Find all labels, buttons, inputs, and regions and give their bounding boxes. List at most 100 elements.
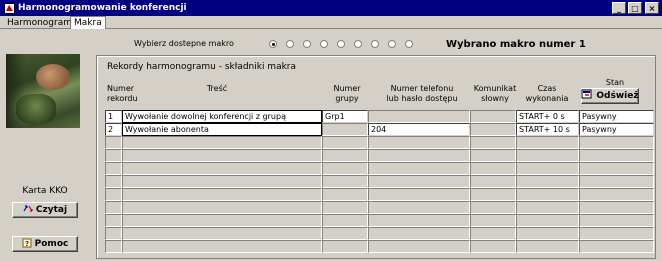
cell-time[interactable] (516, 201, 579, 214)
table-row[interactable] (105, 240, 654, 253)
cell-num[interactable] (105, 201, 122, 214)
cell-num[interactable] (105, 214, 122, 227)
cell-content[interactable]: Wywołanie dowolnej konferencji z grupą (122, 110, 322, 123)
cell-phone[interactable] (368, 162, 470, 175)
cell-num[interactable] (105, 227, 122, 240)
table-row[interactable] (105, 227, 654, 240)
tab-harmonogram[interactable]: Harmonogram (4, 17, 75, 29)
cell-phone[interactable] (368, 149, 470, 162)
cell-state[interactable] (579, 136, 654, 149)
cell-state[interactable] (579, 201, 654, 214)
macro-radio-4[interactable] (320, 40, 328, 48)
cell-state[interactable]: Pasywny (579, 110, 654, 123)
cell-phone[interactable] (368, 201, 470, 214)
macro-radio-1[interactable] (269, 40, 277, 48)
read-button[interactable]: Czytaj (12, 202, 78, 218)
cell-time[interactable] (516, 188, 579, 201)
table-row[interactable] (105, 149, 654, 162)
macro-radio-9[interactable] (405, 40, 413, 48)
cell-group[interactable] (322, 201, 368, 214)
cell-msg[interactable] (470, 162, 516, 175)
cell-content[interactable] (122, 136, 322, 149)
cell-num[interactable] (105, 136, 122, 149)
cell-group[interactable] (322, 227, 368, 240)
cell-content[interactable] (122, 214, 322, 227)
cell-group[interactable] (322, 162, 368, 175)
cell-state[interactable] (579, 175, 654, 188)
cell-state[interactable] (579, 240, 654, 253)
macro-radio-8[interactable] (388, 40, 396, 48)
macro-radio-6[interactable] (354, 40, 362, 48)
cell-group[interactable] (322, 188, 368, 201)
cell-content[interactable] (122, 201, 322, 214)
cell-time[interactable]: START+ 10 s (516, 123, 579, 136)
table-row[interactable] (105, 214, 654, 227)
cell-phone[interactable] (368, 110, 470, 123)
macro-radio-7[interactable] (371, 40, 379, 48)
cell-group[interactable] (322, 136, 368, 149)
cell-state[interactable] (579, 162, 654, 175)
cell-content[interactable] (122, 227, 322, 240)
cell-time[interactable]: START+ 0 s (516, 110, 579, 123)
macro-radio-2[interactable] (286, 40, 294, 48)
macro-radio-3[interactable] (303, 40, 311, 48)
cell-group[interactable] (322, 214, 368, 227)
cell-phone[interactable]: 204 (368, 123, 470, 136)
cell-num[interactable] (105, 162, 122, 175)
help-button[interactable]: ? Pomoc (12, 236, 78, 252)
cell-state[interactable] (579, 214, 654, 227)
cell-phone[interactable] (368, 188, 470, 201)
cell-content[interactable] (122, 240, 322, 253)
cell-num[interactable]: 1 (105, 110, 122, 123)
close-button[interactable]: × (645, 2, 659, 14)
table-row[interactable] (105, 162, 654, 175)
table-row[interactable]: 2 Wywołanie abonenta 204 START+ 10 s Pasywny (105, 123, 654, 136)
tab-makra[interactable]: Makra (70, 16, 106, 29)
cell-state[interactable] (579, 149, 654, 162)
cell-content[interactable] (122, 149, 322, 162)
table-row[interactable] (105, 201, 654, 214)
cell-time[interactable] (516, 214, 579, 227)
cell-phone[interactable] (368, 227, 470, 240)
cell-time[interactable] (516, 227, 579, 240)
cell-num[interactable]: 2 (105, 123, 122, 136)
cell-phone[interactable] (368, 136, 470, 149)
cell-num[interactable] (105, 188, 122, 201)
cell-msg[interactable] (470, 214, 516, 227)
table-row[interactable]: 1 Wywołanie dowolnej konferencji z grupą G… (105, 110, 654, 123)
cell-state[interactable] (579, 227, 654, 240)
cell-num[interactable] (105, 240, 122, 253)
cell-content[interactable] (122, 162, 322, 175)
cell-num[interactable] (105, 175, 122, 188)
cell-group[interactable] (322, 240, 368, 253)
table-row[interactable] (105, 175, 654, 188)
cell-group[interactable] (322, 149, 368, 162)
cell-msg[interactable] (470, 149, 516, 162)
cell-phone[interactable] (368, 240, 470, 253)
cell-msg[interactable] (470, 123, 516, 136)
cell-time[interactable] (516, 162, 579, 175)
cell-time[interactable] (516, 149, 579, 162)
cell-phone[interactable] (368, 175, 470, 188)
cell-num[interactable] (105, 149, 122, 162)
cell-time[interactable] (516, 136, 579, 149)
macro-radio-5[interactable] (337, 40, 345, 48)
cell-content[interactable] (122, 188, 322, 201)
refresh-button[interactable]: Odśwież (581, 88, 639, 104)
cell-content[interactable] (122, 175, 322, 188)
cell-msg[interactable] (470, 188, 516, 201)
cell-msg[interactable] (470, 201, 516, 214)
cell-msg[interactable] (470, 136, 516, 149)
cell-time[interactable] (516, 240, 579, 253)
maximize-button[interactable]: □ (628, 2, 642, 14)
cell-group[interactable] (322, 175, 368, 188)
cell-group[interactable]: Grp1 (322, 110, 368, 123)
cell-content[interactable]: Wywołanie abonenta (122, 123, 322, 136)
cell-time[interactable] (516, 175, 579, 188)
table-row[interactable] (105, 136, 654, 149)
table-row[interactable] (105, 188, 654, 201)
minimize-button[interactable]: _ (612, 2, 626, 14)
cell-msg[interactable] (470, 240, 516, 253)
cell-group[interactable] (322, 123, 368, 136)
cell-msg[interactable] (470, 110, 516, 123)
